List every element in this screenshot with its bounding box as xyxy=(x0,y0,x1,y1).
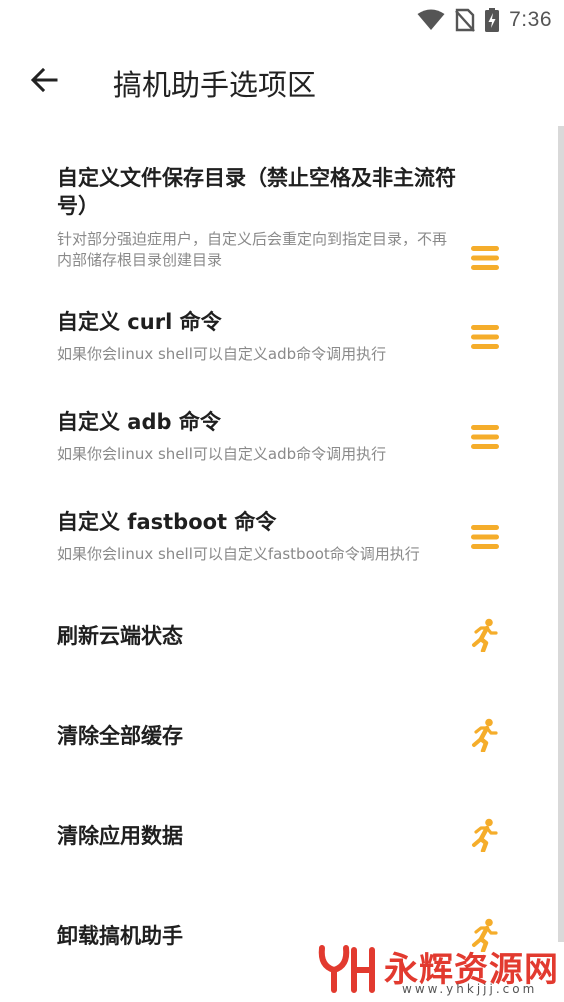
item-title: 自定义 fastboot 命令 xyxy=(57,510,277,534)
battery-charging-icon xyxy=(485,8,500,32)
run-button[interactable] xyxy=(466,718,504,756)
run-button[interactable] xyxy=(466,618,504,656)
menu-icon xyxy=(470,324,500,354)
item-subtitle: 如果你会linux shell可以自定义adb命令调用执行 xyxy=(57,445,387,463)
menu-icon xyxy=(470,524,500,554)
item-title: 自定义文件保存目录（禁止空格及非主流符号） xyxy=(57,166,456,218)
menu-button[interactable] xyxy=(466,241,504,279)
item-subtitle: 如果你会linux shell可以自定义fastboot命令调用执行 xyxy=(57,545,420,563)
watermark-logo-icon xyxy=(316,944,378,998)
running-person-icon xyxy=(470,718,500,756)
running-person-icon xyxy=(470,818,500,856)
item-title: 清除全部缓存 xyxy=(57,724,183,748)
list-item-custom-fastboot[interactable]: 自定义 fastboot 命令 如果你会linux shell可以自定义fast… xyxy=(0,508,556,584)
arrow-left-icon xyxy=(30,67,58,97)
back-button[interactable] xyxy=(20,60,68,104)
list-item-custom-adb[interactable]: 自定义 adb 命令 如果你会linux shell可以自定义adb命令调用执行 xyxy=(0,408,556,484)
list-item-custom-curl[interactable]: 自定义 curl 命令 如果你会linux shell可以自定义adb命令调用执… xyxy=(0,308,556,384)
run-button[interactable] xyxy=(466,818,504,856)
menu-button[interactable] xyxy=(466,520,504,558)
menu-icon xyxy=(470,245,500,275)
menu-icon xyxy=(470,424,500,454)
item-title: 清除应用数据 xyxy=(57,824,183,848)
item-title: 自定义 curl 命令 xyxy=(57,310,222,334)
wifi-icon xyxy=(417,9,445,31)
menu-button[interactable] xyxy=(466,320,504,358)
item-subtitle: 如果你会linux shell可以自定义adb命令调用执行 xyxy=(57,345,387,363)
status-bar: 7:36 xyxy=(0,0,564,40)
item-title: 自定义 adb 命令 xyxy=(57,410,221,434)
item-title: 刷新云端状态 xyxy=(57,624,183,648)
settings-list: 自定义文件保存目录（禁止空格及非主流符号） 针对部分强迫症用户，自定义后会重定向… xyxy=(0,124,564,1002)
scrollbar[interactable] xyxy=(558,126,564,942)
list-item-clear-cache[interactable]: 清除全部缓存 xyxy=(0,714,556,762)
app-bar: 搞机助手选项区 xyxy=(0,40,564,124)
menu-button[interactable] xyxy=(466,420,504,458)
list-item-refresh-cloud[interactable]: 刷新云端状态 xyxy=(0,614,556,662)
item-subtitle: 针对部分强迫症用户，自定义后会重定向到指定目录，不再内部储存根目录创建目录 xyxy=(57,230,448,269)
no-sim-icon xyxy=(455,8,476,32)
list-item-custom-save-dir[interactable]: 自定义文件保存目录（禁止空格及非主流符号） 针对部分强迫症用户，自定义后会重定向… xyxy=(0,164,556,294)
page-title: 搞机助手选项区 xyxy=(113,68,317,102)
watermark-url: www.yhkjjj.com xyxy=(402,982,538,996)
list-item-clear-app-data[interactable]: 清除应用数据 xyxy=(0,814,556,862)
status-time: 7:36 xyxy=(509,8,552,31)
running-person-icon xyxy=(470,618,500,656)
status-icons: 7:36 xyxy=(417,8,552,32)
watermark: 永辉资源网 www.yhkjjj.com xyxy=(316,938,558,998)
